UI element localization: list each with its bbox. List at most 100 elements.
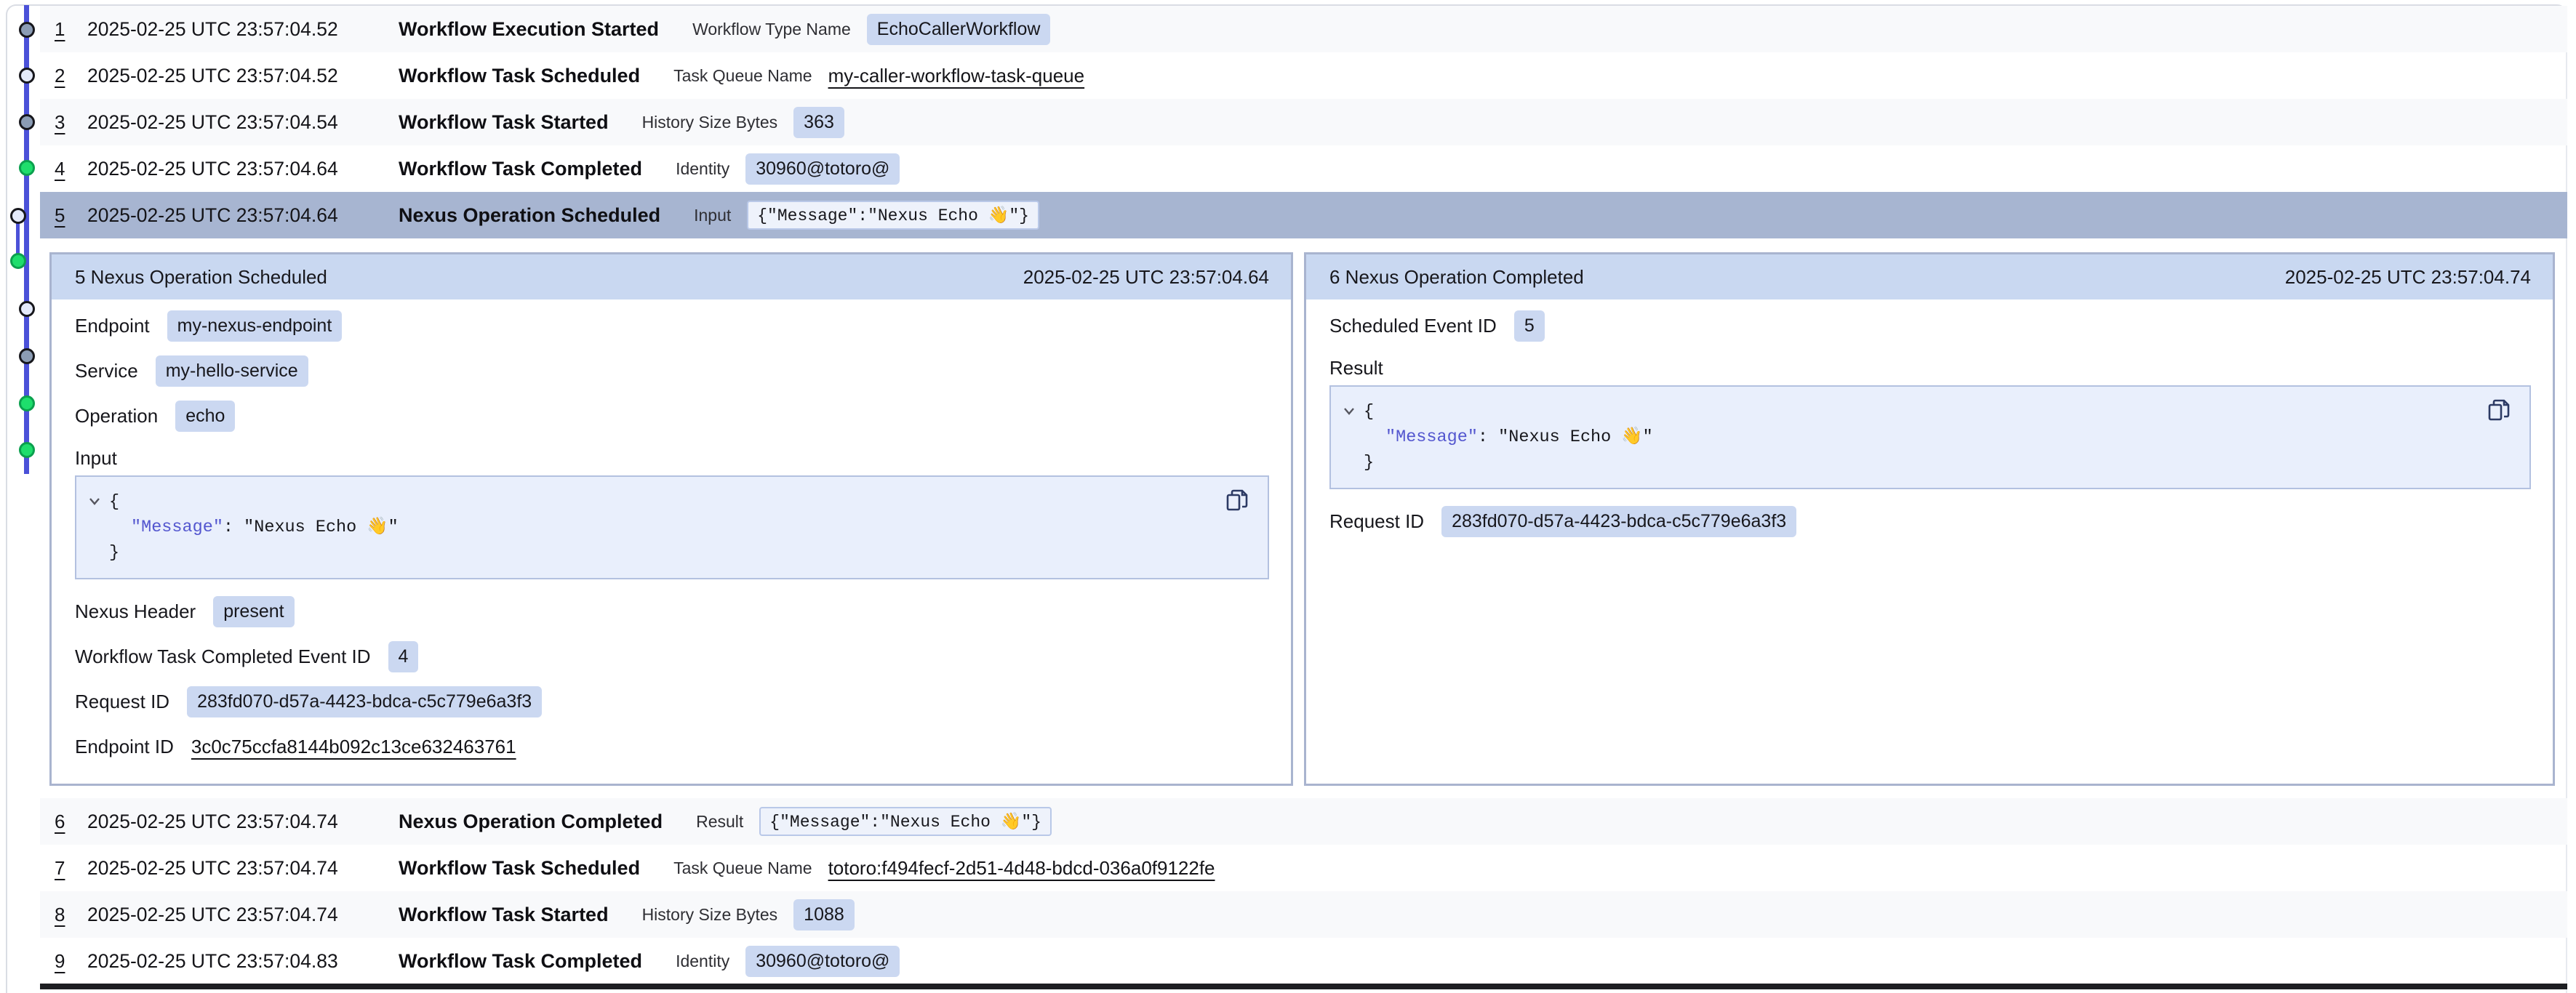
event-attr-label: Workflow Type Name [692,20,851,39]
json-brace-close: } [109,543,119,563]
field-value-badge: 5 [1514,310,1545,342]
panel-timestamp: 2025-02-25 UTC 23:57:04.74 [2285,266,2531,289]
copy-icon[interactable] [1223,487,1252,516]
json-key: "Message" [1385,427,1478,447]
event-attr-label: Identity [676,159,729,179]
panel-timestamp: 2025-02-25 UTC 23:57:04.64 [1023,266,1269,289]
event-row-2[interactable]: 2 2025-02-25 UTC 23:57:04.52 Workflow Ta… [40,52,2567,99]
field-value-badge: 283fd070-d57a-4423-bdca-c5c779e6a3f3 [187,686,542,717]
event-id-link[interactable]: 3 [40,111,87,134]
panel-body: Scheduled Event ID 5 Result { "Message":… [1306,299,2553,539]
event-attr-label: Task Queue Name [673,66,812,86]
json-colon: : [223,518,244,537]
scrollbar-track[interactable] [2567,0,2576,993]
field-value-badge: 283fd070-d57a-4423-bdca-c5c779e6a3f3 [1441,506,1796,537]
field-label: Service [75,360,138,382]
event-attr-label: History Size Bytes [642,905,778,925]
json-brace-close: } [1364,453,1374,473]
nexus-operation-scheduled-panel: 5 Nexus Operation Scheduled 2025-02-25 U… [49,252,1293,786]
field-label: Request ID [75,691,169,713]
event-row-1[interactable]: 1 2025-02-25 UTC 23:57:04.52 Workflow Ex… [40,6,2567,52]
event-attr-value-json: {"Message":"Nexus Echo 👋"} [759,807,1052,836]
event-timestamp: 2025-02-25 UTC 23:57:04.54 [87,111,399,134]
field-service: Service my-hello-service [75,353,1269,388]
event-timestamp: 2025-02-25 UTC 23:57:04.52 [87,65,399,87]
event-name: Workflow Execution Started [399,18,659,41]
field-label: Input [75,447,117,470]
result-json-viewer: { "Message": "Nexus Echo 👋" } [1329,385,2531,489]
event-name: Workflow Task Scheduled [399,857,640,880]
event-row-4[interactable]: 4 2025-02-25 UTC 23:57:04.64 Workflow Ta… [40,145,2567,192]
event-id-link[interactable]: 2 [40,65,87,87]
event-attr-label: Input [694,206,731,225]
event-timestamp: 2025-02-25 UTC 23:57:04.83 [87,950,399,973]
event-row-7[interactable]: 7 2025-02-25 UTC 23:57:04.74 Workflow Ta… [40,845,2567,891]
event-id-link[interactable]: 5 [40,204,87,227]
event-id-link[interactable]: 6 [40,811,87,833]
json-brace-open: { [1364,402,1374,422]
event-timestamp: 2025-02-25 UTC 23:57:04.74 [87,857,399,880]
field-value-badge: echo [175,401,235,432]
field-result-label: Result [1329,353,2531,382]
copy-icon[interactable] [2484,397,2513,426]
nexus-operation-completed-panel: 6 Nexus Operation Completed 2025-02-25 U… [1304,252,2555,786]
event-name: Workflow Task Started [399,111,609,134]
collapse-chevron-icon[interactable] [1341,403,1357,419]
event-attr-label: History Size Bytes [642,113,778,132]
field-label: Nexus Header [75,600,196,623]
field-label: Operation [75,405,158,427]
field-label: Result [1329,357,1383,379]
event-id-link[interactable]: 7 [40,857,87,880]
event-attr-label: Identity [676,952,729,971]
task-queue-link[interactable]: totoro:f494fecf-2d51-4d48-bdcd-036a0f912… [828,857,1215,880]
field-label: Scheduled Event ID [1329,315,1497,337]
event-id-link[interactable]: 9 [40,950,87,973]
event-id-link[interactable]: 8 [40,904,87,926]
json-colon: : [1478,427,1498,447]
event-name: Nexus Operation Scheduled [399,204,660,227]
event-attr-value-badge: EchoCallerWorkflow [867,14,1051,45]
event-rows-bottom: 6 2025-02-25 UTC 23:57:04.74 Nexus Opera… [7,798,2567,984]
event-timestamp: 2025-02-25 UTC 23:57:04.64 [87,204,399,227]
event-attr-value-json: {"Message":"Nexus Echo 👋"} [747,201,1039,230]
json-value: "Nexus Echo 👋" [244,518,399,537]
event-timestamp: 2025-02-25 UTC 23:57:04.64 [87,158,399,180]
event-attr-value-badge: 30960@totoro@ [745,153,900,185]
field-value-badge: present [213,596,294,627]
collapse-chevron-icon[interactable] [87,493,103,509]
next-section-top-edge [40,984,2567,989]
field-label: Endpoint ID [75,736,174,758]
event-row-9[interactable]: 9 2025-02-25 UTC 23:57:04.83 Workflow Ta… [40,938,2567,984]
event-attr-label: Task Queue Name [673,859,812,878]
event-timestamp: 2025-02-25 UTC 23:57:04.74 [87,811,399,833]
field-workflow-task-completed-event-id: Workflow Task Completed Event ID 4 [75,639,1269,674]
event-row-3[interactable]: 3 2025-02-25 UTC 23:57:04.54 Workflow Ta… [40,99,2567,145]
panel-title: 5 Nexus Operation Scheduled [75,266,327,289]
event-name: Workflow Task Started [399,904,609,926]
field-value-badge: 4 [388,641,419,672]
event-id-link[interactable]: 4 [40,158,87,180]
event-attr-value-badge: 1088 [793,899,855,930]
endpoint-id-link[interactable]: 3c0c75ccfa8144b092c13ce632463761 [191,736,516,758]
event-name: Workflow Task Scheduled [399,65,640,87]
field-value-badge: my-hello-service [156,355,308,387]
event-row-8[interactable]: 8 2025-02-25 UTC 23:57:04.74 Workflow Ta… [40,891,2567,938]
event-id-link[interactable]: 1 [40,18,87,41]
field-label: Request ID [1329,510,1424,533]
event-row-5-selected[interactable]: 5 2025-02-25 UTC 23:57:04.64 Nexus Opera… [40,192,2567,238]
panel-title: 6 Nexus Operation Completed [1329,266,1584,289]
field-operation: Operation echo [75,398,1269,433]
event-timestamp: 2025-02-25 UTC 23:57:04.52 [87,18,399,41]
field-request-id: Request ID 283fd070-d57a-4423-bdca-c5c77… [1329,504,2531,539]
task-queue-link[interactable]: my-caller-workflow-task-queue [828,65,1085,87]
panel-header: 6 Nexus Operation Completed 2025-02-25 U… [1306,254,2553,299]
event-row-6[interactable]: 6 2025-02-25 UTC 23:57:04.74 Nexus Opera… [40,798,2567,845]
field-input-label: Input [75,443,1269,473]
event-name: Workflow Task Completed [399,950,642,973]
field-request-id: Request ID 283fd070-d57a-4423-bdca-c5c77… [75,684,1269,719]
workflow-history-view: 1 2025-02-25 UTC 23:57:04.52 Workflow Ex… [0,0,2576,993]
json-value: "Nexus Echo 👋" [1498,427,1653,447]
event-attr-value-badge: 363 [793,107,844,138]
field-scheduled-event-id: Scheduled Event ID 5 [1329,308,2531,343]
field-label: Endpoint [75,315,150,337]
